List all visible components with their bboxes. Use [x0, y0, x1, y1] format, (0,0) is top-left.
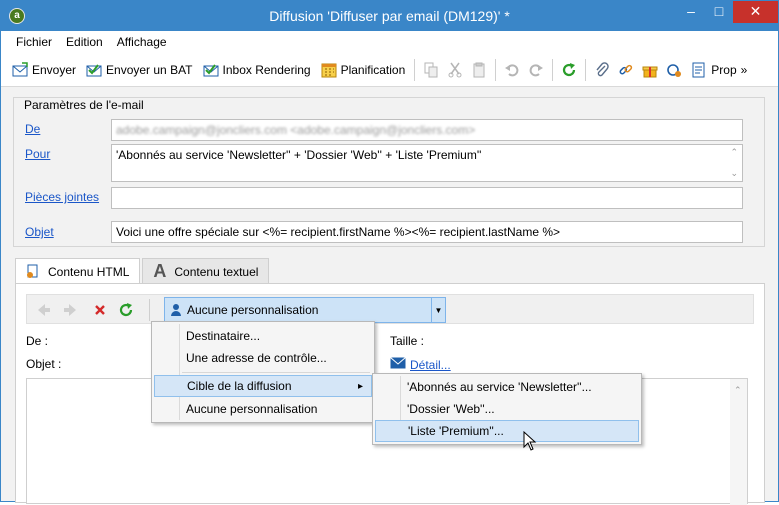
person-icon — [170, 303, 182, 320]
envelope-check-icon — [86, 62, 102, 78]
next-arrow-icon[interactable] — [61, 301, 79, 319]
submenu-item-premium-list[interactable]: 'Liste 'Premium''... — [375, 420, 639, 442]
menu-view[interactable]: Affichage — [110, 33, 174, 51]
previous-arrow-icon[interactable] — [35, 301, 53, 319]
attachments-field[interactable] — [111, 187, 743, 209]
subject-field[interactable]: Voici une offre spéciale sur <%= recipie… — [111, 221, 743, 243]
menu-separator — [182, 372, 370, 373]
schedule-label: Planification — [340, 62, 406, 77]
menu-bar: Fichier Edition Affichage — [1, 31, 778, 53]
text-content-icon: A — [153, 261, 167, 281]
to-label-link[interactable]: Pour — [25, 147, 50, 161]
preview-from-label: De : — [26, 334, 49, 348]
tab-html-label: Contenu HTML — [48, 265, 130, 279]
inbox-rendering-button[interactable]: Inbox Rendering — [198, 59, 316, 81]
subject-value: Voici une offre spéciale sur <%= recipie… — [116, 225, 560, 239]
refresh-icon[interactable] — [117, 301, 135, 319]
toolbar-separator — [552, 58, 554, 81]
gift-icon[interactable] — [638, 59, 662, 81]
inbox-rendering-label: Inbox Rendering — [222, 62, 311, 77]
delivery-target-submenu: 'Abonnés au service 'Newsletter''... 'Do… — [372, 373, 642, 445]
window-title: Diffusion 'Diffuser par email (DM129)' * — [269, 8, 510, 24]
submenu-item-newsletter[interactable]: 'Abonnés au service 'Newsletter''... — [375, 376, 639, 398]
menu-item-seed-address[interactable]: Une adresse de contrôle... — [154, 347, 372, 369]
toolbar-separator — [585, 58, 587, 81]
menu-file[interactable]: Fichier — [9, 33, 59, 51]
delete-x-icon[interactable] — [91, 301, 109, 319]
link-icon[interactable] — [614, 59, 638, 81]
envelope-send-icon — [12, 61, 28, 78]
from-label-link[interactable]: De — [25, 122, 40, 136]
subject-label-link[interactable]: Objet — [25, 225, 54, 239]
attachments-label-link[interactable]: Pièces jointes — [25, 190, 99, 204]
window-controls: – □ ✕ — [677, 1, 778, 23]
tab-html-content[interactable]: Contenu HTML — [15, 258, 141, 285]
envelope-icon — [390, 357, 406, 372]
from-value: adobe.campaign@joncliers.com <adobe.camp… — [116, 123, 476, 137]
editor-toolbar: Aucune personnalisation ▼ — [26, 294, 754, 324]
scroll-up-icon[interactable]: ⌃ — [730, 147, 738, 158]
title-bar[interactable]: a Diffusion 'Diffuser par email (DM129)'… — [1, 1, 778, 31]
submenu-arrow-icon: ▸ — [357, 380, 363, 392]
redo-icon[interactable] — [524, 59, 548, 81]
html-content-icon — [26, 263, 40, 282]
toolbar-overflow-icon[interactable]: » — [741, 63, 748, 77]
send-button[interactable]: Envoyer — [7, 59, 81, 81]
properties-label: Prop — [711, 62, 737, 77]
personalization-menu: Destinataire... Une adresse de contrôle.… — [151, 321, 375, 423]
scroll-down-icon[interactable]: ⌄ — [730, 168, 738, 179]
send-proof-label: Envoyer un BAT — [106, 62, 193, 77]
minimize-button[interactable]: – — [677, 1, 705, 23]
send-proof-button[interactable]: Envoyer un BAT — [81, 59, 197, 81]
paperclip-icon[interactable] — [590, 59, 614, 81]
inbox-check-icon — [203, 62, 219, 78]
personalization-combobox[interactable]: Aucune personnalisation ▼ — [164, 297, 446, 323]
email-parameters-group: Paramètres de l'e-mail De adobe.campaign… — [13, 97, 765, 247]
maximize-button[interactable]: □ — [705, 1, 733, 23]
properties-button[interactable]: Prop » — [686, 59, 752, 81]
mouse-cursor-icon — [523, 430, 537, 454]
menu-item-no-personalization[interactable]: Aucune personnalisation — [154, 398, 372, 420]
toolbar-separator — [414, 58, 416, 81]
size-label: Taille : — [390, 334, 425, 348]
tab-text-content[interactable]: A Contenu textuel — [142, 258, 270, 284]
menu-edit[interactable]: Edition — [59, 33, 110, 51]
submenu-item-web-folder[interactable]: 'Dossier 'Web''... — [375, 398, 639, 420]
copy-icon[interactable] — [419, 59, 443, 81]
content-tabs: Contenu HTML A Contenu textuel — [15, 258, 271, 285]
detail-link-label: Détail... — [410, 357, 451, 372]
menu-item-delivery-target[interactable]: Cible de la diffusion ▸ — [154, 375, 372, 397]
to-value: 'Abonnés au service 'Newsletter'' + 'Dos… — [116, 148, 482, 162]
undo-icon[interactable] — [500, 59, 524, 81]
combo-dropdown-arrow-icon[interactable]: ▼ — [431, 298, 445, 322]
from-field[interactable]: adobe.campaign@joncliers.com <adobe.camp… — [111, 119, 743, 141]
refresh-icon[interactable] — [557, 59, 581, 81]
scroll-up-icon[interactable]: ⌃ — [734, 385, 742, 396]
detail-link[interactable]: Détail... — [390, 357, 451, 372]
delivery-target-label: Cible de la diffusion — [187, 379, 292, 393]
toolbar-separator — [495, 58, 497, 81]
close-button[interactable]: ✕ — [733, 1, 778, 23]
editor-separator — [149, 299, 150, 321]
cut-icon[interactable] — [443, 59, 467, 81]
send-label: Envoyer — [32, 62, 77, 77]
delivery-window: a Diffusion 'Diffuser par email (DM129)'… — [0, 0, 779, 505]
tab-text-label: Contenu textuel — [174, 264, 259, 279]
menu-item-recipient[interactable]: Destinataire... — [154, 325, 372, 347]
preview-scrollbar[interactable]: ⌃ — [730, 379, 747, 505]
personalization-combo-value: Aucune personnalisation — [187, 303, 319, 317]
schedule-button[interactable]: Planification — [316, 59, 411, 81]
email-parameters-legend: Paramètres de l'e-mail — [24, 98, 144, 112]
toolbar: Envoyer Envoyer un BAT Inbox Rendering P… — [1, 53, 778, 87]
properties-icon — [691, 62, 707, 78]
paste-icon[interactable] — [467, 59, 491, 81]
preview-subject-label: Objet : — [26, 357, 62, 371]
to-field[interactable]: 'Abonnés au service 'Newsletter'' + 'Dos… — [111, 144, 743, 182]
calendar-icon — [321, 62, 337, 78]
offer-settings-icon[interactable] — [662, 59, 686, 81]
